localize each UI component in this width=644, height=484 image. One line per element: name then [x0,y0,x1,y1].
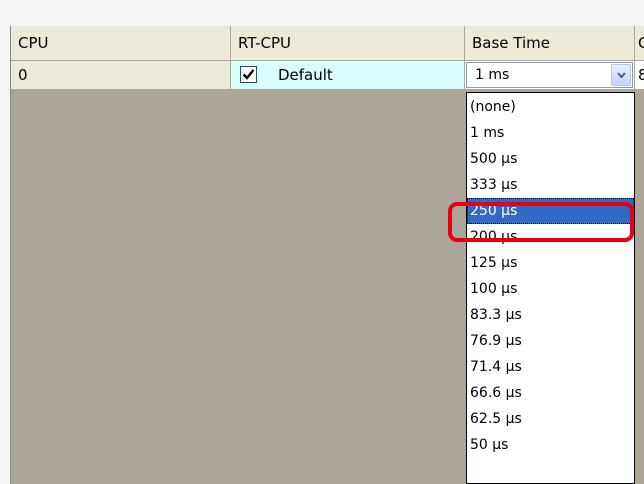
cell-rt-cpu[interactable]: Default [231,61,465,90]
dropdown-option[interactable]: 333 µs [467,172,634,198]
dropdown-option[interactable]: 76.9 µs [467,328,634,354]
dropdown-option[interactable]: 50 µs [467,432,634,458]
base-time-value: 1 ms [475,67,510,83]
base-time-dropdown-list[interactable]: (none) 1 ms 500 µs 333 µs 250 µs 200 µs 125 µs… [466,92,635,484]
cpu-config-grid: CPU RT-CPU Base Time C 0 Default 1 ms 8 … [10,26,644,484]
dropdown-option[interactable]: 500 µs [467,146,634,172]
cell-base-time[interactable]: 1 ms [465,61,635,90]
header-base-time[interactable]: Base Time [465,26,635,61]
dropdown-option[interactable]: 66.6 µs [467,380,634,406]
dropdown-option[interactable]: 100 µs [467,276,634,302]
annotation-highlight [448,202,634,242]
base-time-combobox[interactable]: 1 ms [466,62,633,88]
cell-next-column[interactable]: 8 [635,61,644,90]
dropdown-option[interactable]: 83.3 µs [467,302,634,328]
dropdown-button[interactable] [611,64,631,86]
rt-cpu-checkbox[interactable] [240,66,257,83]
cell-cpu-index[interactable]: 0 [11,61,231,90]
dropdown-option[interactable]: 71.4 µs [467,354,634,380]
dropdown-option[interactable]: 125 µs [467,250,634,276]
chevron-down-icon [617,72,626,79]
dropdown-option[interactable]: 62.5 µs [467,406,634,432]
header-rt-cpu[interactable]: RT-CPU [231,26,465,61]
dropdown-option[interactable]: (none) [467,94,634,120]
dropdown-option[interactable]: 1 ms [467,120,634,146]
header-cpu[interactable]: CPU [11,26,231,61]
rt-cpu-label: Default [278,66,333,84]
header-next-column[interactable]: C [635,26,644,61]
checkmark-icon [242,69,255,80]
